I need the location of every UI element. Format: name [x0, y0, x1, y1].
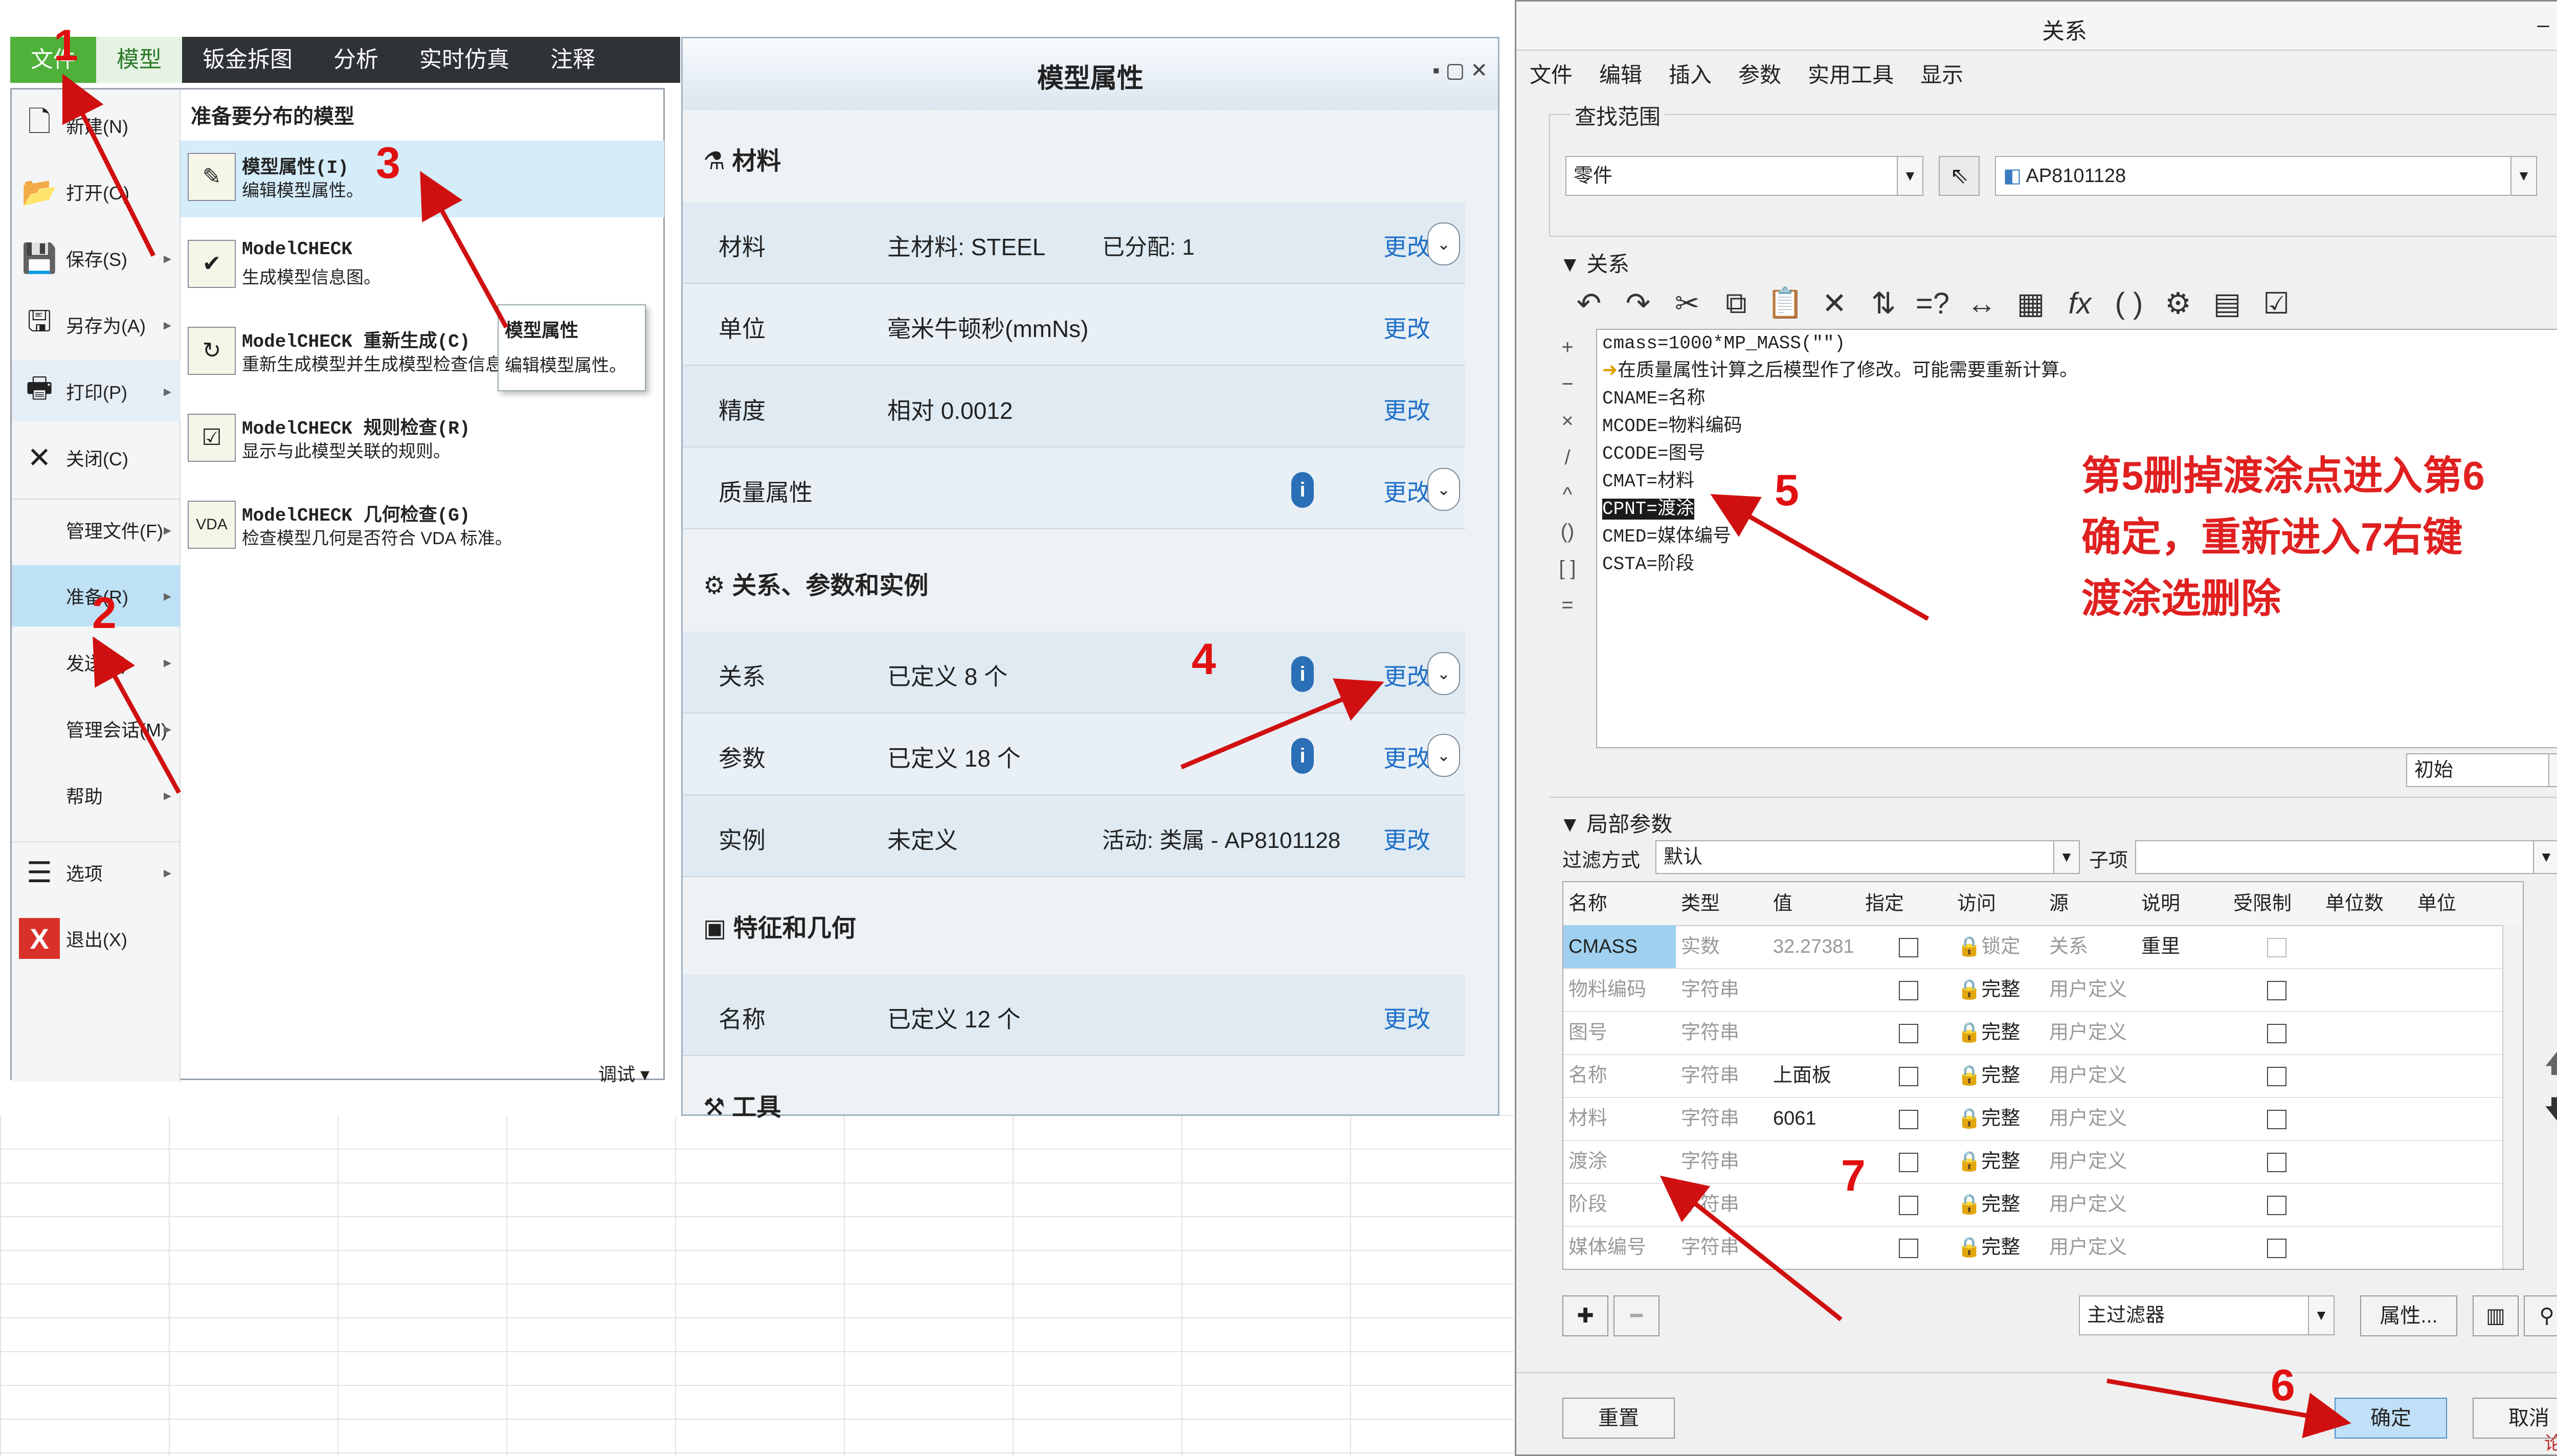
arrow-7: [1659, 1175, 1843, 1321]
arrow-6: [2106, 1378, 2351, 1438]
arrow-4: [1180, 678, 1384, 770]
arrow-2: [93, 636, 181, 794]
arrow-1: [62, 73, 156, 257]
annotation-arrows: [62, 73, 2351, 1438]
arrow-3: [420, 171, 508, 329]
arrow-5: [1710, 494, 1930, 621]
